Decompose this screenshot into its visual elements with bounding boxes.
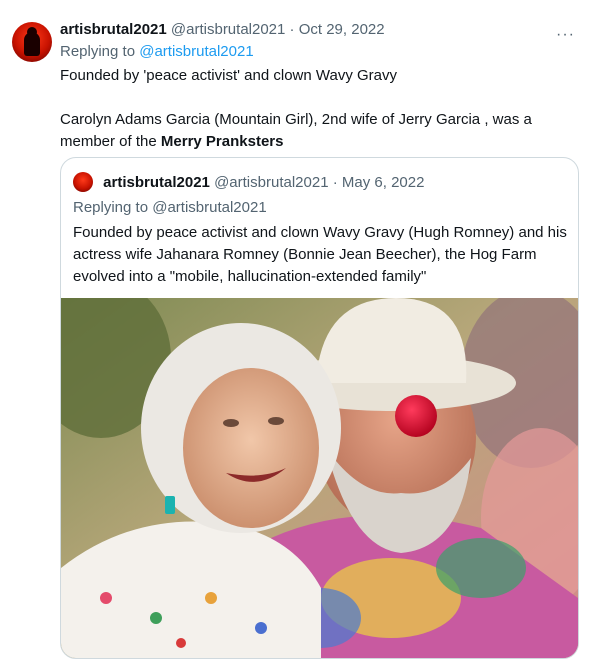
tweet-line-2-bold: Merry Pranksters bbox=[160, 133, 284, 150]
photo-illustration bbox=[61, 298, 578, 658]
quoted-replying-to: Replying to @artisbrutal2021 bbox=[73, 199, 267, 216]
replying-to-link[interactable]: @artisbrutal2021 bbox=[139, 43, 253, 60]
quoted-header: artisbrutal2021 @artisbrutal2021 · May 6… bbox=[73, 172, 424, 193]
tweet-line-1: Founded by 'peace activist' and clown Wa… bbox=[60, 67, 397, 84]
quoted-handle: @artisbrutal2021 bbox=[214, 174, 329, 191]
quoted-timestamp: · May 6, 2022 bbox=[332, 174, 425, 191]
display-name[interactable]: artisbrutal2021 bbox=[60, 21, 167, 38]
quoted-display-name: artisbrutal2021 bbox=[103, 174, 210, 191]
timestamp[interactable]: · Oct 29, 2022 bbox=[290, 21, 385, 38]
avatar-figure-body bbox=[24, 32, 40, 56]
replying-prefix: Replying to bbox=[60, 43, 136, 60]
quoted-avatar bbox=[73, 172, 93, 192]
avatar[interactable] bbox=[12, 22, 52, 62]
tweet[interactable]: ··· artisbrutal2021 @artisbrutal2021 · O… bbox=[0, 0, 607, 659]
tweet-text: Founded by 'peace activist' and clown Wa… bbox=[60, 65, 590, 153]
quoted-text: Founded by peace activist and clown Wavy… bbox=[73, 224, 567, 285]
replying-to: Replying to @artisbrutal2021 bbox=[60, 42, 590, 62]
tweet-header: artisbrutal2021 @artisbrutal2021 · Oct 2… bbox=[60, 20, 590, 40]
tweet-content: artisbrutal2021 @artisbrutal2021 · Oct 2… bbox=[60, 20, 590, 153]
tweet-line-2-text: Carolyn Adams Garcia (Mountain Girl), 2n… bbox=[60, 111, 532, 150]
handle[interactable]: @artisbrutal2021 bbox=[171, 21, 285, 38]
quoted-photo[interactable] bbox=[61, 298, 578, 658]
tweet-line-2: Carolyn Adams Garcia (Mountain Girl), 2n… bbox=[60, 109, 590, 153]
quoted-tweet[interactable]: artisbrutal2021 @artisbrutal2021 · May 6… bbox=[60, 157, 579, 659]
